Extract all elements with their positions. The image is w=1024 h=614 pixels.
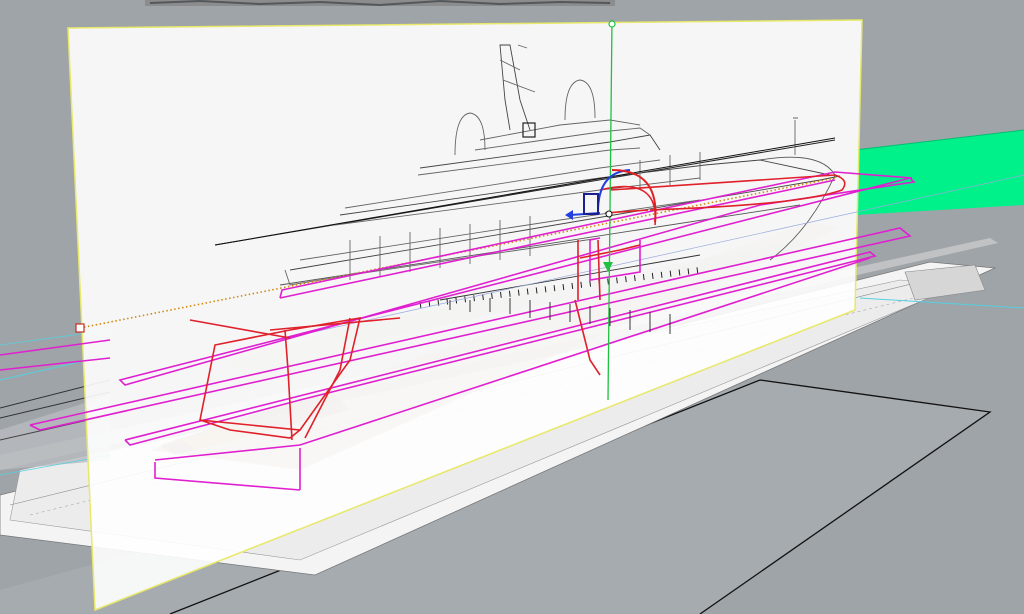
background-texture-strip (145, 0, 615, 7)
3d-viewport[interactable] (0, 0, 1024, 614)
control-point-icon[interactable] (75, 323, 85, 333)
green-highlight-object[interactable] (854, 129, 1024, 215)
